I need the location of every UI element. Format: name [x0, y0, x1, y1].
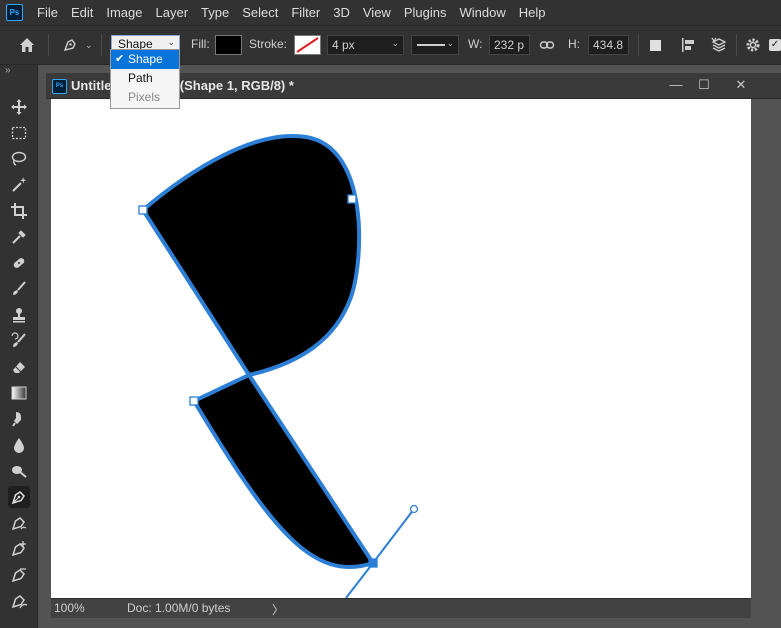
width-value: 232 p	[494, 38, 525, 52]
path-operations-icon[interactable]	[648, 26, 664, 64]
height-value: 434.8	[593, 38, 624, 52]
stroke-label: Stroke:	[249, 37, 288, 51]
separator	[736, 34, 737, 56]
chevron-down-icon: ⌄	[391, 38, 399, 48]
chevron-down-icon: ⌄	[446, 38, 454, 48]
document-title-start: Untitle	[71, 78, 112, 93]
menu-plugins[interactable]: Plugins	[404, 5, 447, 20]
curvature-pen-tool-icon[interactable]	[8, 590, 30, 612]
menu-layer[interactable]: Layer	[156, 5, 189, 20]
status-menu-arrow-icon[interactable]: 〉	[272, 601, 284, 618]
tool-mode-option-label: Pixels	[128, 90, 161, 104]
gradient-tool-icon[interactable]	[8, 382, 30, 404]
minimize-button[interactable]: —	[664, 76, 688, 94]
pen-tool-preset-icon[interactable]	[61, 26, 79, 64]
gear-icon[interactable]	[745, 26, 761, 64]
separator	[101, 34, 102, 56]
check-icon: ✓	[769, 39, 781, 51]
stroke-color-swatch[interactable]	[294, 35, 321, 55]
blur-tool-icon[interactable]	[8, 434, 30, 456]
zoom-level[interactable]: 100%	[54, 601, 85, 615]
menu-view[interactable]: View	[363, 5, 391, 20]
move-tool-icon[interactable]	[8, 96, 30, 118]
menu-image[interactable]: Image	[106, 5, 142, 20]
dodge-tool-icon[interactable]	[8, 460, 30, 482]
menu-edit[interactable]: Edit	[71, 5, 93, 20]
document-info: Doc: 1.00M/0 bytes	[127, 601, 231, 615]
width-label: W:	[468, 37, 483, 51]
separator	[638, 34, 639, 56]
brush-tool-icon[interactable]	[8, 278, 30, 300]
document-title: Untitle-1 @ 100% (Shape 1, RGB/8) *	[71, 78, 294, 93]
smudge-tool-icon[interactable]	[8, 408, 30, 430]
chevron-down-icon[interactable]: ⌄	[85, 26, 93, 64]
eraser-tool-icon[interactable]	[8, 356, 30, 378]
home-icon[interactable]	[18, 26, 36, 64]
history-brush-tool-icon[interactable]	[8, 330, 30, 352]
menu-3d[interactable]: 3D	[333, 5, 350, 20]
stroke-width-value: 4 px	[332, 38, 355, 52]
direction-point[interactable]	[409, 504, 419, 514]
lasso-tool-icon[interactable]	[8, 148, 30, 170]
document-title-end: % (Shape 1, RGB/8) *	[164, 78, 294, 93]
pen-tool-icon[interactable]	[8, 486, 30, 508]
expand-panel-icon[interactable]: »	[5, 65, 11, 76]
anchor-point[interactable]	[347, 194, 357, 204]
tool-mode-option-label: Path	[128, 71, 153, 85]
restore-button[interactable]: ☐	[692, 76, 716, 94]
chevron-down-icon: ⌄	[167, 37, 175, 47]
tool-mode-option-path[interactable]: Path	[111, 69, 179, 88]
photoshop-document-icon: Ps	[52, 79, 67, 94]
tool-mode-option-shape[interactable]: ✔ Shape	[111, 50, 179, 69]
eyedropper-tool-icon[interactable]	[8, 226, 30, 248]
menu-help[interactable]: Help	[519, 5, 546, 20]
menu-filter[interactable]: Filter	[291, 5, 320, 20]
path-alignment-icon[interactable]	[680, 26, 698, 64]
link-icon[interactable]	[539, 26, 555, 64]
tools-panel: »	[0, 65, 38, 628]
stroke-type-select[interactable]: ⌄	[411, 35, 459, 55]
tool-mode-menu: ✔ Shape Path Pixels	[110, 49, 180, 109]
direction-handle-line	[372, 508, 415, 564]
shape-1[interactable]	[141, 134, 375, 569]
document-window: Ps Untitle-1 @ 100% (Shape 1, RGB/8) * —…	[46, 73, 781, 628]
fill-color-swatch[interactable]	[215, 35, 242, 55]
menu-select[interactable]: Select	[242, 5, 278, 20]
tool-mode-option-label: Shape	[128, 52, 163, 66]
menu-window[interactable]: Window	[459, 5, 505, 20]
menu-bar: Ps File Edit Image Layer Type Select Fil…	[0, 0, 781, 25]
healing-brush-tool-icon[interactable]	[8, 252, 30, 274]
anchor-point[interactable]	[138, 205, 148, 215]
delete-anchor-point-tool-icon[interactable]	[8, 564, 30, 586]
clone-stamp-tool-icon[interactable]	[8, 304, 30, 326]
add-anchor-point-tool-icon[interactable]	[8, 538, 30, 560]
rectangular-marquee-tool-icon[interactable]	[8, 122, 30, 144]
fill-label: Fill:	[191, 37, 210, 51]
anchor-point[interactable]	[189, 396, 199, 406]
path-arrangement-icon[interactable]	[710, 26, 730, 64]
check-icon: ✔	[115, 53, 125, 65]
magic-wand-tool-icon[interactable]	[8, 174, 30, 196]
tool-mode-option-pixels: Pixels	[111, 88, 179, 107]
separator	[48, 34, 49, 56]
canvas-pasteboard	[751, 99, 781, 628]
menu-file[interactable]: File	[37, 5, 58, 20]
menu-type[interactable]: Type	[201, 5, 229, 20]
stroke-line-preview	[417, 44, 445, 46]
height-label: H:	[568, 37, 580, 51]
selected-anchor-point[interactable]	[368, 558, 378, 568]
stroke-width-field[interactable]: 4 px ⌄	[327, 35, 404, 55]
canvas[interactable]	[51, 99, 751, 598]
shape-layer	[138, 134, 419, 598]
height-field[interactable]: 434.8	[588, 35, 629, 55]
photoshop-logo-icon: Ps	[6, 4, 23, 21]
status-bar: 100% Doc: 1.00M/0 bytes 〉	[51, 598, 751, 618]
crop-tool-icon[interactable]	[8, 200, 30, 222]
freeform-pen-tool-icon[interactable]	[8, 512, 30, 534]
close-button[interactable]: ✕	[729, 76, 753, 94]
width-field[interactable]: 232 p	[489, 35, 530, 55]
auto-add-delete-checkbox[interactable]: ✓	[769, 26, 781, 64]
